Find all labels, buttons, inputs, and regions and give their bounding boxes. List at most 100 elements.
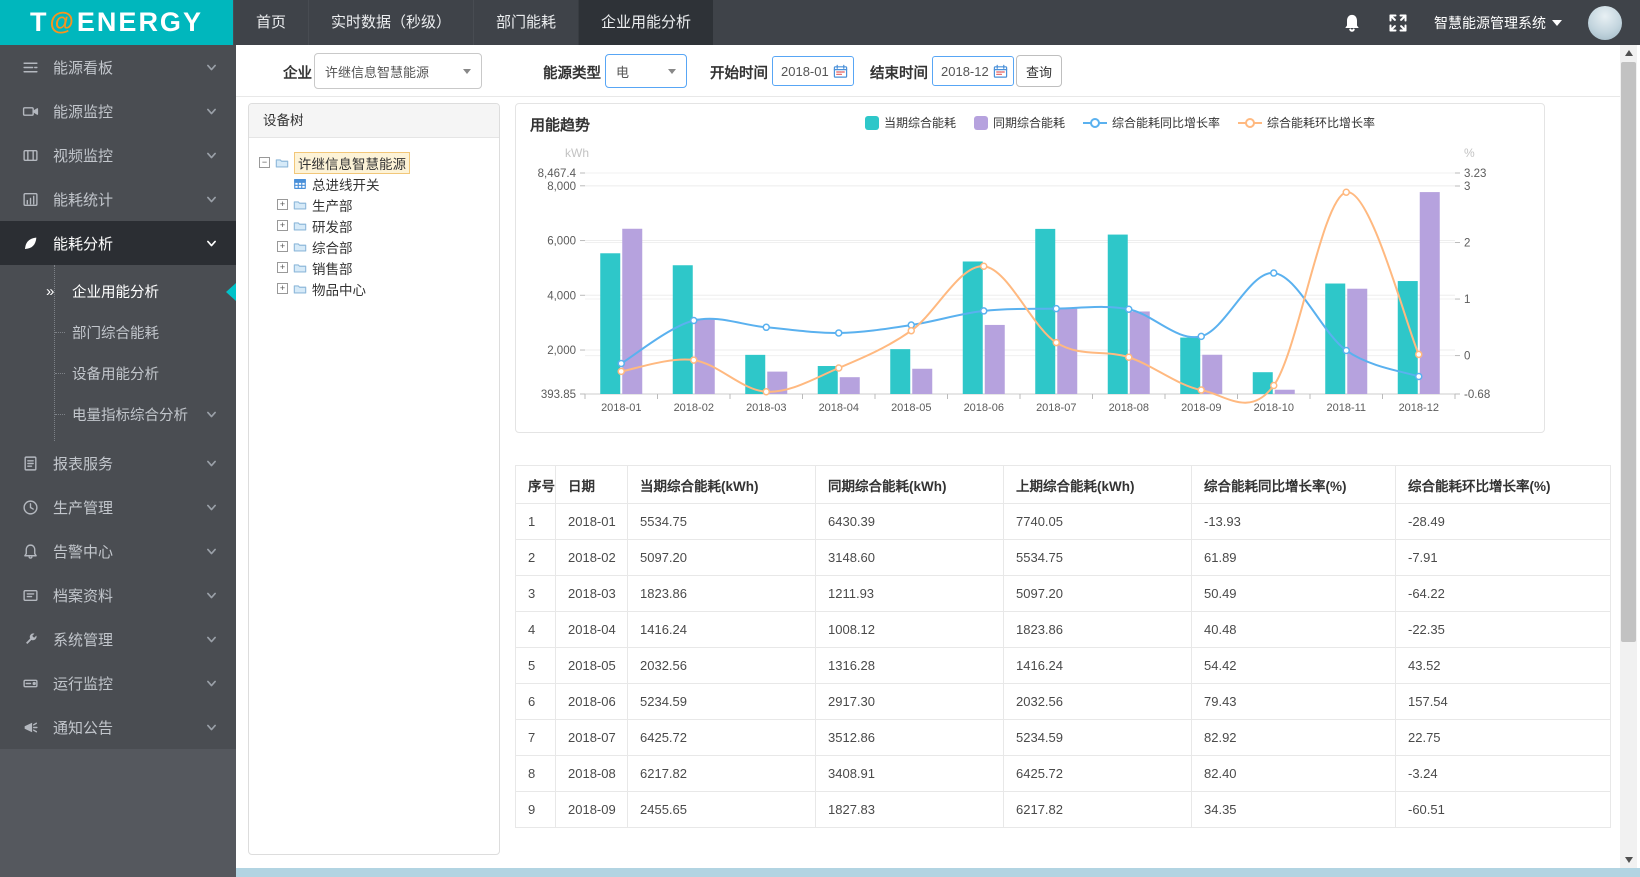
expand-icon[interactable]: +	[277, 262, 288, 273]
table-cell: 8	[515, 755, 556, 792]
scroll-down-arrow-icon[interactable]	[1620, 852, 1637, 868]
tree-node-label: 综合部	[312, 240, 353, 256]
end-date-input[interactable]	[941, 63, 993, 79]
calendar-icon[interactable]	[993, 64, 1008, 79]
system-menu[interactable]: 智慧能源管理系统	[1434, 13, 1562, 33]
svg-text:6,000: 6,000	[547, 236, 576, 248]
nav-item[interactable]: 首页	[233, 0, 308, 45]
legend-line-marker	[1083, 117, 1107, 128]
notification-bell-icon[interactable]	[1342, 13, 1362, 33]
sidebar-item-生产管理[interactable]: 生产管理	[0, 485, 236, 529]
sidebar-item-报表服务[interactable]: 报表服务	[0, 441, 236, 485]
tree-node-物品中心[interactable]: + 物品中心	[277, 278, 489, 299]
sidebar-item-运行监控[interactable]: 运行监控	[0, 661, 236, 705]
table-row[interactable]: 7 2018-07 6425.72 3512.86 5234.59 82.92 22.75	[515, 719, 1611, 756]
nav-item[interactable]: 企业用能分析	[578, 0, 714, 45]
svg-text:4,000: 4,000	[547, 290, 576, 302]
table-cell: 2018-04	[555, 611, 628, 648]
tree-node-root[interactable]: − 许继信息智慧能源	[259, 151, 489, 174]
sidebar-item-通知公告[interactable]: 通知公告	[0, 705, 236, 749]
tree-node-生产部[interactable]: + 生产部	[277, 194, 489, 215]
avatar[interactable]	[1588, 5, 1622, 40]
start-date-field	[772, 56, 854, 86]
expand-icon[interactable]: +	[277, 220, 288, 231]
table-cell: 2018-03	[555, 575, 628, 612]
energy-type-select[interactable]: 电	[605, 54, 687, 88]
table-row[interactable]: 4 2018-04 1416.24 1008.12 1823.86 40.48 -22.35	[515, 611, 1611, 648]
start-date-input[interactable]	[781, 63, 833, 79]
grid-icon	[292, 177, 308, 191]
svg-text:2018-08: 2018-08	[1109, 402, 1149, 414]
expand-icon[interactable]: +	[277, 241, 288, 252]
sidebar-subitem-电量指标综合分析[interactable]: 电量指标综合分析	[0, 394, 236, 435]
svg-text:2018-09: 2018-09	[1181, 402, 1221, 414]
table-cell: 5	[515, 647, 556, 684]
nav-item[interactable]: 部门能耗	[473, 0, 578, 45]
sidebar-item-视频监控[interactable]: 视频监控	[0, 133, 236, 177]
table-cell: 2917.30	[815, 683, 1004, 720]
chevron-down-icon	[205, 193, 218, 206]
legend-item-综合能耗同比增长率[interactable]: 综合能耗同比增长率	[1083, 114, 1220, 131]
sidebar-item-档案资料[interactable]: 档案资料	[0, 573, 236, 617]
folder-icon	[292, 282, 308, 296]
table-cell: -22.35	[1395, 611, 1611, 648]
tree-node-综合部[interactable]: + 综合部	[277, 236, 489, 257]
tree-node-研发部[interactable]: + 研发部	[277, 215, 489, 236]
data-table-wrap: 序号 日期 当期综合能耗(kWh) 同期综合能耗(kWh) 上期综合能耗(kWh) 综合能…	[515, 465, 1611, 855]
tree-node-销售部[interactable]: + 销售部	[277, 257, 489, 278]
tree-node-总进线开关[interactable]: 总进线开关	[277, 173, 489, 194]
fullscreen-icon[interactable]	[1388, 13, 1408, 33]
sidebar-subitem-企业用能分析[interactable]: » 企业用能分析	[0, 271, 236, 312]
chevron-down-icon	[205, 633, 218, 646]
table-row[interactable]: 9 2018-09 2455.65 1827.83 6217.82 34.35 -60.51	[515, 791, 1611, 828]
table-cell: 5097.20	[1003, 575, 1192, 612]
sidebar-item-能源看板[interactable]: 能源看板	[0, 45, 236, 89]
nav-item[interactable]: 实时数据（秒级）	[308, 0, 473, 45]
svg-text:393.85: 393.85	[541, 389, 576, 401]
svg-text:kWh: kWh	[565, 146, 589, 160]
table-cell: 1008.12	[815, 611, 1004, 648]
table-cell: 82.40	[1191, 755, 1396, 792]
sidebar-item-label: 视频监控	[53, 147, 114, 165]
sidebar-item-label: 能耗统计	[53, 191, 114, 209]
film-icon	[22, 147, 39, 164]
sidebar-item-能源监控[interactable]: 能源监控	[0, 89, 236, 133]
expand-icon[interactable]: +	[277, 199, 288, 210]
calendar-icon[interactable]	[833, 64, 848, 79]
sidebar-item-能耗分析[interactable]: 能耗分析	[0, 221, 236, 265]
device-tree-panel: 设备树 − 许继信息智慧能源 总进线开关 + 生产部 + 研发部 + 综合部 + 销售部 + 物品中…	[248, 103, 500, 855]
sidebar-subitem-部门综合能耗[interactable]: 部门综合能耗	[0, 312, 236, 353]
table-cell: 79.43	[1191, 683, 1396, 720]
collapse-icon[interactable]: −	[259, 157, 270, 168]
sidebar-item-系统管理[interactable]: 系统管理	[0, 617, 236, 661]
chevron-down-icon	[1552, 19, 1562, 26]
query-button[interactable]: 查询	[1016, 55, 1062, 87]
expand-icon[interactable]: +	[277, 283, 288, 294]
sidebar-item-能耗统计[interactable]: 能耗统计	[0, 177, 236, 221]
table-row[interactable]: 6 2018-06 5234.59 2917.30 2032.56 79.43 157.54	[515, 683, 1611, 720]
table-cell: 3	[515, 575, 556, 612]
table-row[interactable]: 3 2018-03 1823.86 1211.93 5097.20 50.49 -64.22	[515, 575, 1611, 612]
leaf-icon	[22, 235, 39, 252]
scroll-up-arrow-icon[interactable]	[1620, 45, 1637, 61]
sidebar-item-告警中心[interactable]: 告警中心	[0, 529, 236, 573]
tree-node-label: 研发部	[312, 219, 353, 235]
company-select[interactable]: 许继信息智慧能源	[314, 53, 482, 89]
svg-text:-0.68: -0.68	[1464, 389, 1490, 401]
table-cell: 61.89	[1191, 539, 1396, 576]
svg-text:3.23: 3.23	[1464, 168, 1486, 180]
legend-item-综合能耗环比增长率[interactable]: 综合能耗环比增长率	[1238, 114, 1375, 131]
scrollbar-thumb[interactable]	[1621, 62, 1636, 642]
table-row[interactable]: 2 2018-02 5097.20 3148.60 5534.75 61.89 -7.91	[515, 539, 1611, 576]
table-row[interactable]: 8 2018-08 6217.82 3408.91 6425.72 82.40 -3.24	[515, 755, 1611, 792]
page-scrollbar[interactable]	[1620, 45, 1637, 868]
table-cell: 2	[515, 539, 556, 576]
table-row[interactable]: 1 2018-01 5534.75 6430.39 7740.05 -13.93 -28.4…	[515, 503, 1611, 540]
sidebar-subitem-设备用能分析[interactable]: 设备用能分析	[0, 353, 236, 394]
legend-item-当期综合能耗[interactable]: 当期综合能耗	[864, 114, 956, 131]
table-row[interactable]: 5 2018-05 2032.56 1316.28 1416.24 54.42 43.52	[515, 647, 1611, 684]
footer-strip	[236, 868, 1640, 877]
chevron-down-icon	[205, 61, 218, 74]
folder-icon	[274, 156, 290, 170]
legend-item-同期综合能耗[interactable]: 同期综合能耗	[973, 114, 1065, 131]
